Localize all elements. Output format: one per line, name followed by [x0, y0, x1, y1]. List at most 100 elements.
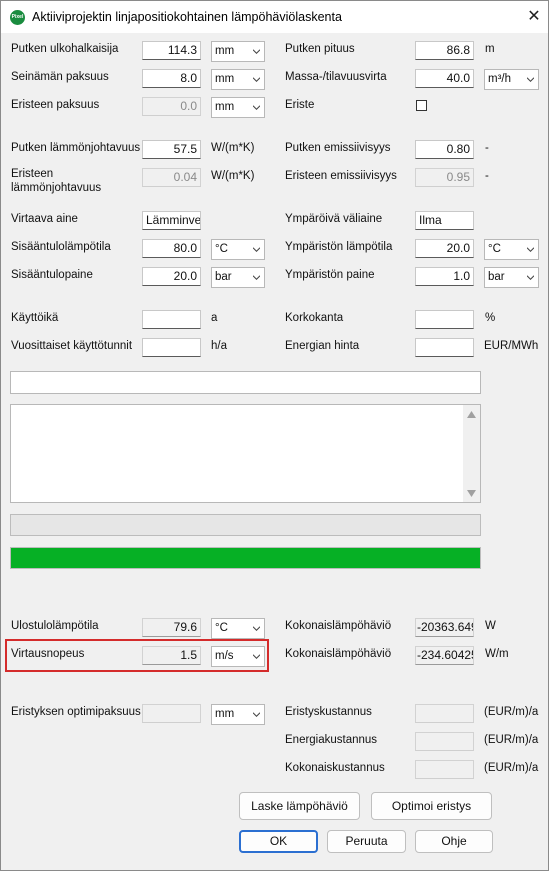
mass-flow-input[interactable]: 40.0 [415, 69, 474, 88]
ok-button[interactable]: OK [239, 830, 318, 853]
selected-value: mm [215, 708, 235, 720]
selected-value: mm [215, 73, 235, 85]
pipe-conductivity-unit: W/(m*K) [211, 142, 255, 154]
optimal-thickness-label: Eristyksen optimipaksuus [11, 706, 141, 718]
ambient-temp-input[interactable]: 20.0 [415, 239, 474, 258]
optimal-thickness-unit-select[interactable]: mm [211, 704, 265, 725]
chevron-down-icon [253, 49, 260, 54]
title-bar: Pixel Aktiiviprojektin linjapositiokohta… [1, 1, 548, 33]
selected-value: mm [215, 101, 235, 113]
insulation-thickness-label: Eristeen paksuus [11, 99, 100, 111]
operating-age-unit: a [211, 312, 218, 324]
selected-value: m/s [215, 650, 234, 662]
progress-fill [11, 548, 480, 568]
selected-value: bar [215, 271, 232, 283]
insulation-thickness-unit-select[interactable]: mm [211, 97, 265, 118]
selected-value: °C [488, 243, 501, 255]
heat-loss-per-m-unit: W/m [485, 648, 509, 660]
annual-hours-unit: h/a [211, 340, 227, 352]
pipe-length-input[interactable]: 86.8 [415, 41, 474, 60]
mass-flow-unit-select[interactable]: m³/h [484, 69, 539, 90]
flow-velocity-label: Virtausnopeus [11, 648, 85, 660]
scroll-up-icon[interactable] [467, 411, 476, 418]
insulation-cost-unit: (EUR/m)/a [484, 706, 539, 718]
calculate-heat-loss-button[interactable]: Laske lämpöhäviö [239, 792, 360, 820]
flow-velocity-unit-select[interactable]: m/s [211, 646, 265, 667]
energy-cost-label: Energiakustannus [285, 734, 378, 746]
energy-price-label: Energian hinta [285, 340, 360, 352]
inlet-temp-label: Sisääntulolämpötila [11, 241, 111, 253]
outer-diameter-label: Putken ulkohalkaisija [11, 43, 119, 55]
chevron-down-icon [253, 626, 260, 631]
energy-price-input[interactable] [415, 338, 474, 357]
chevron-down-icon [527, 77, 534, 82]
log-scrollbar[interactable] [463, 405, 480, 502]
fluid-label: Virtaava aine [11, 213, 78, 225]
insulation-conductivity-unit: W/(m*K) [211, 170, 255, 182]
pipe-emissivity-input[interactable]: 0.80 [415, 140, 474, 159]
outer-diameter-input[interactable]: 114.3 [142, 41, 201, 60]
ambient-pressure-unit-select[interactable]: bar [484, 267, 539, 288]
altitude-unit: % [485, 312, 496, 324]
inlet-pressure-label: Sisääntulopaine [11, 269, 93, 281]
wall-thickness-input[interactable]: 8.0 [142, 69, 201, 88]
close-icon[interactable]: ✕ [524, 7, 544, 27]
selected-value: bar [488, 271, 505, 283]
operating-age-input[interactable] [142, 310, 201, 329]
scroll-down-icon[interactable] [467, 490, 476, 497]
cancel-button[interactable]: Peruuta [327, 830, 406, 853]
annual-hours-label: Vuosittaiset käyttötunnit [11, 340, 133, 352]
chevron-down-icon [527, 275, 534, 280]
app-icon: Pixel [10, 10, 25, 25]
wall-thickness-unit-select[interactable]: mm [211, 69, 265, 90]
pipe-conductivity-input[interactable]: 57.5 [142, 140, 201, 159]
selected-value: °C [215, 622, 228, 634]
pipe-emissivity-label: Putken emissiivisyys [285, 142, 391, 154]
chevron-down-icon [253, 105, 260, 110]
selected-value: m³/h [488, 73, 511, 85]
energy-cost-value [415, 732, 474, 751]
pipe-emissivity-unit: - [485, 142, 489, 154]
selected-value: mm [215, 45, 235, 57]
total-heat-loss-unit: W [485, 620, 496, 632]
chevron-down-icon [253, 247, 260, 252]
selected-value: °C [215, 243, 228, 255]
help-button[interactable]: Ohje [415, 830, 493, 853]
pipe-length-unit: m [485, 43, 495, 55]
pipe-length-label: Putken pituus [285, 43, 355, 55]
progress-bar-upper [10, 514, 481, 536]
altitude-label: Korkokanta [285, 312, 344, 324]
inlet-temp-unit-select[interactable]: °C [211, 239, 265, 260]
log-textarea[interactable] [10, 404, 481, 503]
outlet-temp-unit-select[interactable]: °C [211, 618, 265, 639]
inlet-pressure-input[interactable]: 20.0 [142, 267, 201, 286]
ambient-pressure-label: Ympäristön paine [285, 269, 375, 281]
outlet-temp-label: Ulostulolämpötila [11, 620, 99, 632]
ambient-temp-label: Ympäristön lämpötila [285, 241, 393, 253]
insulation-conductivity-label: Eristeen lämmönjohtavuus [11, 168, 102, 194]
annual-hours-input[interactable] [142, 338, 201, 357]
optimize-insulation-button[interactable]: Optimoi eristys [371, 792, 492, 820]
total-heat-loss-value: -20363.649 [415, 618, 474, 637]
insulation-checkbox[interactable] [416, 100, 427, 111]
status-line-field[interactable] [10, 371, 481, 394]
total-heat-loss-label: Kokonaislämpöhäviö [285, 620, 392, 632]
chevron-down-icon [527, 247, 534, 252]
insulation-thickness-input: 0.0 [142, 97, 201, 116]
heat-loss-per-m-label: Kokonaislämpöhäviö [285, 648, 392, 660]
total-cost-unit: (EUR/m)/a [484, 762, 539, 774]
ambient-temp-unit-select[interactable]: °C [484, 239, 539, 260]
chevron-down-icon [253, 77, 260, 82]
ambient-medium-input[interactable]: Ilma [415, 211, 474, 230]
inlet-temp-input[interactable]: 80.0 [142, 239, 201, 258]
optimal-thickness-value [142, 704, 201, 723]
pipe-conductivity-label: Putken lämmönjohtavuus [11, 142, 141, 154]
altitude-input[interactable] [415, 310, 474, 329]
inlet-pressure-unit-select[interactable]: bar [211, 267, 265, 288]
energy-price-unit: EUR/MWh [484, 340, 539, 352]
log-text [11, 405, 480, 411]
fluid-input[interactable]: Lämminvesi [142, 211, 201, 230]
outer-diameter-unit-select[interactable]: mm [211, 41, 265, 62]
ambient-medium-label: Ympäröivä väliaine [285, 213, 383, 225]
ambient-pressure-input[interactable]: 1.0 [415, 267, 474, 286]
